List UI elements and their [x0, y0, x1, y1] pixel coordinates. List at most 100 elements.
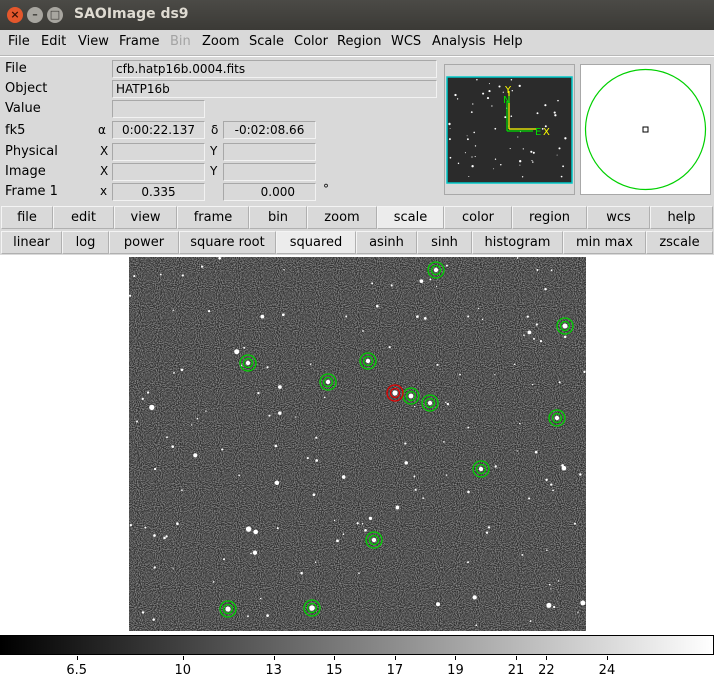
panner-star — [474, 156, 476, 158]
menu-scale[interactable]: Scale — [249, 34, 284, 49]
star — [481, 318, 484, 321]
panner-star — [564, 137, 567, 140]
star — [445, 401, 447, 404]
maximize-icon[interactable]: □ — [47, 7, 63, 23]
image-display[interactable] — [0, 256, 714, 634]
scale-histogram-button[interactable]: histogram — [472, 231, 563, 254]
star — [395, 505, 400, 510]
colorbar[interactable] — [0, 635, 714, 655]
menu-file[interactable]: File — [8, 34, 30, 49]
panner-star — [494, 127, 497, 130]
panner-star — [531, 160, 533, 162]
scale-power-button[interactable]: power — [109, 231, 179, 254]
fk5-label: fk5 — [5, 123, 26, 138]
button-color[interactable]: color — [444, 206, 512, 229]
star — [152, 618, 155, 621]
panner[interactable]: Y N E X — [444, 64, 575, 195]
star — [546, 602, 552, 608]
panner-thumbnail[interactable]: Y N E X — [445, 65, 574, 194]
colorbar-tick — [516, 656, 518, 660]
star — [573, 522, 577, 525]
menu-analysis[interactable]: Analysis — [432, 34, 486, 49]
star — [268, 414, 271, 417]
scale-asinh-button[interactable]: asinh — [356, 231, 417, 254]
panner-star — [517, 136, 519, 138]
star — [238, 474, 240, 477]
button-zoom[interactable]: zoom — [307, 206, 377, 229]
star — [173, 372, 175, 374]
star — [141, 611, 145, 614]
colorbar-tick-label: 19 — [447, 663, 464, 678]
menu-color[interactable]: Color — [294, 34, 328, 49]
close-icon[interactable]: × — [7, 7, 23, 23]
button-help[interactable]: help — [650, 206, 713, 229]
star — [281, 313, 285, 317]
menu-wcs[interactable]: WCS — [391, 34, 421, 49]
panner-star — [448, 138, 451, 141]
panner-star — [519, 164, 521, 166]
menu-region[interactable]: Region — [337, 34, 382, 49]
image-y-value — [223, 163, 316, 181]
button-view[interactable]: view — [114, 206, 177, 229]
scale-zscale-button[interactable]: zscale — [646, 231, 713, 254]
menu-frame[interactable]: Frame — [119, 34, 160, 49]
panner-star — [553, 111, 556, 114]
menu-zoom[interactable]: Zoom — [202, 34, 239, 49]
star — [144, 526, 147, 529]
star — [435, 285, 438, 288]
colorbar-tick-label: 21 — [507, 663, 525, 678]
minimize-icon[interactable]: – — [27, 7, 43, 23]
star — [129, 523, 133, 527]
panner-star — [466, 135, 468, 137]
panner-star — [522, 148, 524, 150]
star — [295, 416, 297, 418]
star — [364, 528, 367, 532]
panner-star — [521, 176, 524, 178]
colorbar-tick-label: 6.5 — [66, 663, 88, 678]
menu-view[interactable]: View — [78, 34, 109, 49]
panner-star — [471, 165, 474, 168]
star — [146, 391, 150, 394]
star — [467, 490, 470, 494]
button-bin[interactable]: bin — [249, 206, 307, 229]
button-wcs[interactable]: wcs — [587, 206, 650, 229]
star — [205, 410, 207, 412]
button-file[interactable]: file — [1, 206, 53, 229]
menu-help[interactable]: Help — [493, 34, 523, 49]
star — [513, 363, 516, 366]
scale-minmax-button[interactable]: min max — [563, 231, 646, 254]
scale-linear-button[interactable]: linear — [1, 231, 62, 254]
panner-star — [457, 162, 460, 165]
star — [536, 269, 539, 271]
physical-x-label: X — [100, 144, 109, 158]
star — [413, 475, 416, 478]
star — [523, 334, 525, 336]
image-label: Image — [5, 164, 46, 179]
menu-edit[interactable]: Edit — [41, 34, 66, 49]
star — [234, 349, 240, 355]
star — [153, 467, 157, 471]
star — [149, 404, 155, 411]
fits-image[interactable] — [129, 257, 586, 631]
star — [276, 527, 279, 530]
frame-zoom-value: 0.335 — [112, 183, 205, 201]
button-edit[interactable]: edit — [53, 206, 114, 229]
scale-squared-button[interactable]: squared — [276, 231, 356, 254]
star — [404, 461, 408, 465]
scale-log-button[interactable]: log — [62, 231, 109, 254]
panner-star — [470, 111, 473, 113]
star — [467, 426, 470, 429]
button-scale[interactable]: scale — [377, 206, 444, 229]
scale-sinh-button[interactable]: sinh — [417, 231, 472, 254]
button-frame[interactable]: frame — [177, 206, 249, 229]
star — [180, 368, 184, 372]
fk5-delta-value: -0:02:08.66 — [223, 121, 316, 139]
button-region[interactable]: region — [512, 206, 587, 229]
panner-star — [476, 79, 478, 81]
scale-sqrt-button[interactable]: square root — [179, 231, 276, 254]
star — [362, 330, 364, 332]
value-label: Value — [5, 101, 41, 116]
panner-star — [474, 145, 477, 147]
star — [181, 274, 184, 277]
colorbar-tick — [76, 656, 78, 660]
